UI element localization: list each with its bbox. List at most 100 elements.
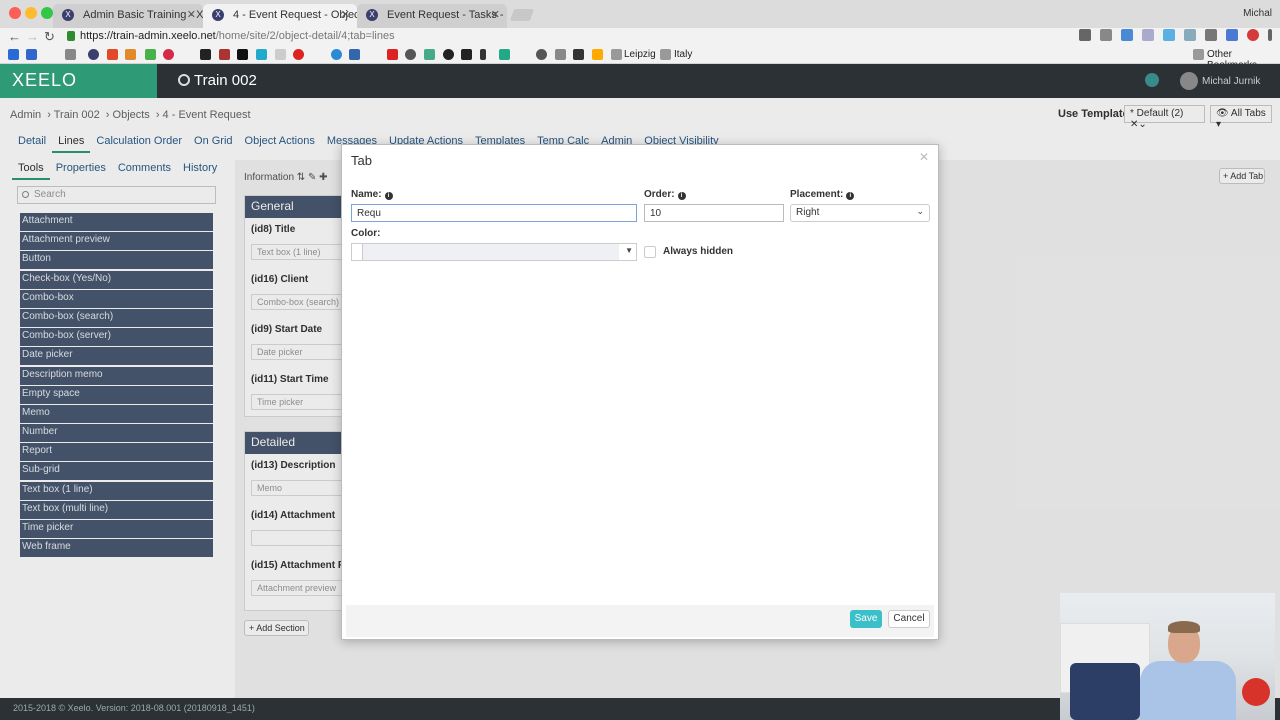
logo-container[interactable]: XEELO (0, 64, 157, 98)
placement-label: Placement: i (790, 189, 855, 200)
tab-close-icon[interactable]: ✕ (187, 4, 196, 26)
bookmark-icon[interactable] (237, 49, 248, 60)
folder-icon (660, 49, 671, 60)
lock-icon (67, 31, 75, 41)
extension-icon[interactable] (1163, 29, 1175, 41)
bookmark-icon[interactable] (200, 49, 211, 60)
forward-arrow-icon[interactable]: → (26, 29, 39, 45)
avatar[interactable] (1180, 72, 1198, 90)
extension-icon[interactable] (1205, 29, 1217, 41)
always-hidden-checkbox[interactable] (644, 246, 656, 258)
reload-icon[interactable]: ↻ (44, 29, 55, 45)
color-picker[interactable]: ▼ (351, 243, 637, 261)
always-hidden-label[interactable]: Always hidden (663, 246, 733, 257)
name-field[interactable] (351, 204, 637, 222)
notification-icon[interactable] (1145, 73, 1159, 87)
extension-icon[interactable] (1121, 29, 1133, 41)
dialog-title: Tab (351, 153, 372, 168)
bookmark-icon[interactable] (26, 49, 37, 60)
info-icon[interactable]: i (677, 192, 686, 200)
cancel-button[interactable]: Cancel (888, 610, 930, 628)
dialog-footer (346, 605, 934, 637)
xeelo-favicon-icon: X (62, 9, 74, 21)
webcam-exercise-ball (1242, 678, 1270, 706)
globe-icon (178, 74, 190, 86)
bookmark-icon[interactable] (331, 49, 342, 60)
bookmark-icon[interactable] (499, 49, 510, 60)
bookmark-icon[interactable] (293, 49, 304, 60)
tab-close-icon[interactable]: ✕ (491, 4, 500, 26)
name-label: Name: i (351, 189, 393, 200)
order-label: Order: i (644, 189, 686, 200)
bookmark-icon[interactable] (125, 49, 136, 60)
tab-dialog: Tab ✕ Name:i Order:i Placement:i Right ⌄… (341, 144, 939, 640)
xeelo-favicon-icon: X (212, 9, 224, 21)
url-text[interactable]: https://train-admin.xeelo.net/home/site/… (80, 30, 395, 42)
window-minimize-button[interactable] (25, 7, 37, 19)
webcam-person-hair (1168, 621, 1200, 633)
address-bar[interactable]: https://train-admin.xeelo.net/home/site/… (62, 28, 1145, 46)
extension-icons (1079, 29, 1272, 41)
bookmark-star-icon[interactable] (8, 49, 19, 60)
bookmark-icon[interactable] (107, 49, 118, 60)
bookmark-icon[interactable] (387, 49, 398, 60)
color-swatch[interactable] (352, 244, 363, 260)
bookmark-icon[interactable] (275, 49, 286, 60)
browser-tab[interactable]: X 4 - Event Request - Objects - ✕ (203, 4, 357, 28)
xeelo-favicon-icon: X (366, 9, 378, 21)
bookmark-icon[interactable] (555, 49, 566, 60)
save-button[interactable]: Save (850, 610, 882, 628)
webcam-video-overlay (1060, 593, 1275, 720)
order-field[interactable] (644, 204, 784, 222)
browser-toolbar: ← → ↻ https://train-admin.xeelo.net/home… (0, 28, 1280, 46)
tab-close-icon[interactable]: ✕ (341, 4, 350, 26)
bookmark-icon[interactable] (256, 49, 267, 60)
bookmark-icon[interactable] (405, 49, 416, 60)
folder-icon (611, 49, 622, 60)
browser-tab[interactable]: X Event Request - Tasks - Xeelo ✕ (357, 4, 507, 28)
info-icon[interactable]: i (384, 192, 393, 200)
chevron-down-icon: ⌄ (916, 206, 924, 216)
window-close-button[interactable] (9, 7, 21, 19)
color-label: Color: (351, 228, 381, 239)
folder-icon[interactable] (65, 49, 76, 60)
bookmark-icon[interactable] (88, 49, 99, 60)
browser-tab[interactable]: X Admin Basic Training - Xeelo K ✕ (53, 4, 203, 28)
site-selector[interactable]: Train 002 (178, 72, 257, 89)
star-icon[interactable] (1100, 29, 1112, 41)
color-value-field[interactable] (363, 244, 619, 260)
key-icon[interactable] (1079, 29, 1091, 41)
bookmark-folder-italy[interactable]: Italy (674, 49, 692, 60)
bookmark-folder-leipzig[interactable]: Leipzig (624, 49, 656, 60)
extension-icon[interactable] (1226, 29, 1238, 41)
browser-tab-title: Event Request - Tasks - Xeelo (387, 9, 507, 21)
bookmark-icon[interactable] (573, 49, 584, 60)
extension-icon[interactable] (1184, 29, 1196, 41)
menu-icon[interactable] (1268, 29, 1272, 41)
caret-down-icon[interactable]: ▼ (625, 246, 633, 255)
webcam-person (1140, 661, 1236, 720)
close-icon[interactable]: ✕ (919, 150, 929, 164)
webcam-chair (1070, 663, 1140, 720)
bookmarks-bar: Leipzig Italy Other Bookmarks (0, 46, 1280, 71)
user-name[interactable]: Michal Jurnik (1202, 76, 1260, 87)
browser-tab-strip: X Admin Basic Training - Xeelo K ✕ X 4 -… (0, 0, 1280, 28)
window-zoom-button[interactable] (41, 7, 53, 19)
browser-profile-name[interactable]: Michal (1243, 8, 1272, 19)
bookmark-icon[interactable] (443, 49, 454, 60)
adblock-icon[interactable] (1247, 29, 1259, 41)
bookmark-icon[interactable] (219, 49, 230, 60)
bookmark-icon[interactable] (592, 49, 603, 60)
bookmark-icon[interactable] (536, 49, 547, 60)
extension-icon[interactable] (1142, 29, 1154, 41)
back-arrow-icon[interactable]: ← (8, 29, 21, 45)
bookmark-icon[interactable] (145, 49, 156, 60)
bookmark-icon[interactable] (480, 49, 486, 60)
bookmark-icon[interactable] (163, 49, 174, 60)
bookmark-icon[interactable] (461, 49, 472, 60)
bookmark-icon[interactable] (349, 49, 360, 60)
placement-select[interactable]: Right ⌄ (790, 204, 930, 222)
info-icon[interactable]: i (846, 192, 855, 200)
bookmark-icon[interactable] (424, 49, 435, 60)
new-tab-button[interactable] (509, 9, 535, 21)
